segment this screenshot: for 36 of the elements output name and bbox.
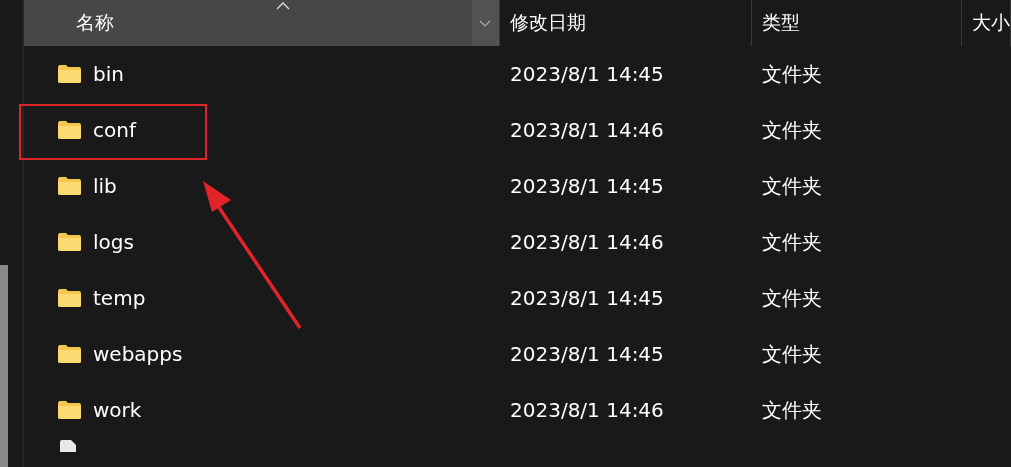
file-icon — [59, 440, 77, 452]
type-cell-text: 文件夹 — [761, 116, 823, 144]
column-header[interactable]: 类型 — [752, 0, 962, 46]
file-name[interactable]: lib — [93, 174, 117, 198]
date-cell-text: 2023/8/1 14:46 — [509, 398, 665, 422]
file-name[interactable]: work — [93, 398, 142, 422]
file-name[interactable]: conf — [93, 118, 136, 142]
type-cell-text: 文件夹 — [761, 228, 823, 256]
date-cell-text: 2023/8/1 14:46 — [509, 118, 665, 142]
folder-icon — [57, 288, 82, 308]
file-name[interactable]: webapps — [93, 342, 183, 366]
type-cell-text: 文件夹 — [761, 396, 823, 424]
date-cell-text: 2023/8/1 14:45 — [509, 286, 665, 310]
file-name[interactable]: temp — [93, 286, 146, 310]
type-cell-text: 文件夹 — [761, 60, 823, 88]
chevron-down-icon[interactable] — [472, 0, 499, 46]
folder-icon — [57, 120, 82, 140]
folder-icon — [57, 400, 82, 420]
column-header[interactable]: 修改日期 — [500, 0, 752, 46]
date-cell-text: 2023/8/1 14:45 — [509, 174, 665, 198]
type-cell-text: 文件夹 — [761, 284, 823, 312]
folder-icon — [57, 232, 82, 252]
scrollbar[interactable] — [0, 265, 8, 467]
date-cell-text: 2023/8/1 14:46 — [509, 230, 665, 254]
type-cell-text: 文件夹 — [761, 340, 823, 368]
sort-up-icon — [276, 2, 290, 10]
folder-icon — [57, 344, 82, 364]
date-cell-text: 2023/8/1 14:45 — [509, 62, 665, 86]
type-cell-text: 文件夹 — [761, 172, 823, 200]
file-name[interactable]: logs — [93, 230, 134, 254]
column-header[interactable]: 大小 — [962, 0, 1011, 46]
file-name[interactable]: bin — [93, 62, 124, 86]
folder-icon — [57, 64, 82, 84]
folder-icon — [57, 176, 82, 196]
date-cell-text: 2023/8/1 14:45 — [509, 342, 665, 366]
column-header[interactable]: 名称 — [24, 0, 500, 46]
